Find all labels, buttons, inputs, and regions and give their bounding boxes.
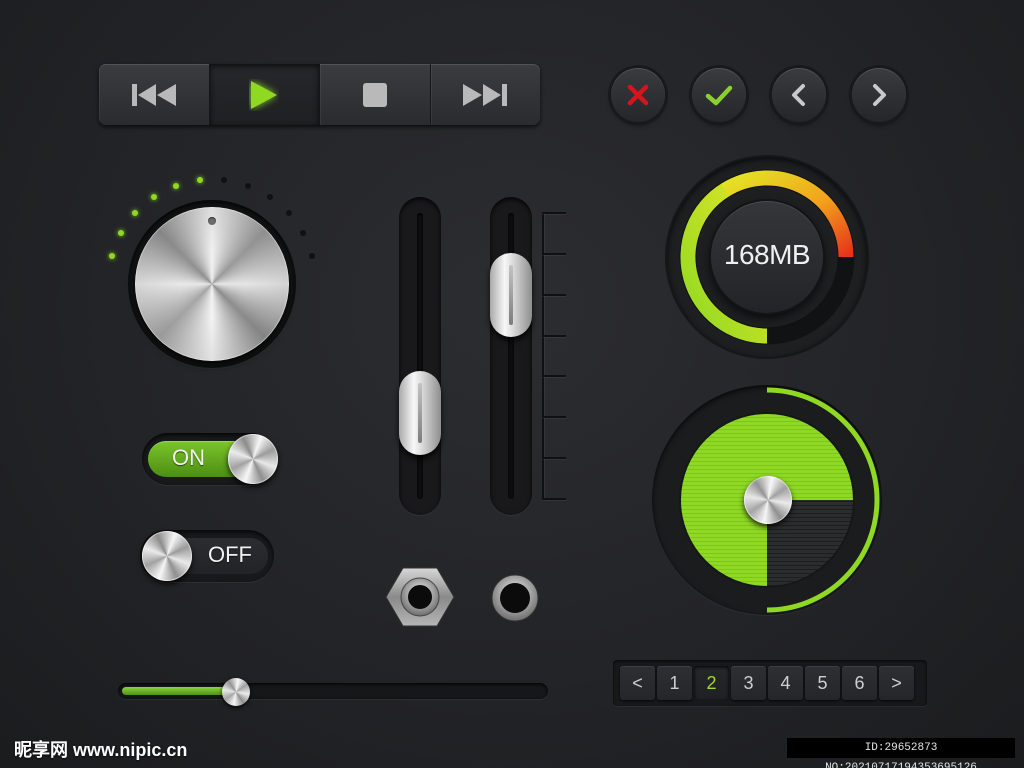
previous-button[interactable] bbox=[99, 64, 210, 125]
volume-knob[interactable] bbox=[135, 207, 289, 361]
scale-tick bbox=[542, 252, 566, 255]
scale-tick bbox=[542, 375, 566, 378]
close-icon bbox=[627, 84, 649, 106]
scale-tick bbox=[542, 457, 566, 460]
dial-center-knob[interactable] bbox=[744, 476, 792, 524]
toggle-on-switch[interactable]: ON bbox=[142, 433, 278, 485]
horizontal-slider-thumb[interactable] bbox=[221, 678, 250, 706]
handle-grip bbox=[418, 382, 422, 443]
ui-kit-canvas: ON OFF 168MB < 1 2 3 4 5 6 > 昵享网 www.nip… bbox=[0, 0, 1024, 768]
scale-tick bbox=[542, 212, 566, 214]
skip-forward-icon bbox=[463, 83, 508, 106]
knob-level-led bbox=[150, 193, 157, 200]
toggle-on-thumb bbox=[228, 434, 278, 484]
vertical-slider-1-handle[interactable] bbox=[399, 370, 441, 455]
page-button-3[interactable]: 3 bbox=[731, 666, 766, 700]
knob-level-led bbox=[108, 253, 115, 260]
knob-level-led bbox=[245, 182, 252, 189]
knob-level-led bbox=[196, 176, 203, 183]
knob-level-led bbox=[309, 253, 316, 260]
scale-tick bbox=[542, 498, 566, 500]
next-button[interactable] bbox=[431, 64, 541, 125]
chevron-right-icon bbox=[873, 84, 886, 106]
knob-level-led bbox=[172, 182, 179, 189]
page-button-1[interactable]: 1 bbox=[657, 666, 692, 700]
knob-level-led bbox=[117, 230, 124, 237]
vertical-slider-1[interactable] bbox=[399, 197, 441, 515]
knob-level-led bbox=[267, 193, 274, 200]
hex-jack bbox=[385, 567, 455, 627]
page-button-2[interactable]: 2 bbox=[694, 666, 729, 700]
horizontal-slider[interactable] bbox=[118, 683, 548, 699]
knob-level-led bbox=[285, 210, 292, 217]
page-button-4[interactable]: 4 bbox=[768, 666, 803, 700]
skip-back-icon bbox=[131, 83, 176, 106]
pagination-next-button[interactable]: > bbox=[879, 666, 914, 700]
page-button-6[interactable]: 6 bbox=[842, 666, 877, 700]
scale-tick bbox=[542, 416, 566, 419]
knob-level-led bbox=[300, 230, 307, 237]
confirm-button[interactable] bbox=[692, 68, 746, 122]
stop-button[interactable] bbox=[320, 64, 431, 125]
vertical-slider-2[interactable] bbox=[490, 197, 532, 515]
watermark-site: 昵享网 www.nipic.cn bbox=[14, 740, 188, 760]
handle-grip bbox=[509, 264, 513, 325]
play-button[interactable] bbox=[209, 64, 320, 125]
toggle-on-label: ON bbox=[172, 445, 205, 470]
toggle-off-label: OFF bbox=[208, 542, 252, 567]
cancel-button[interactable] bbox=[611, 68, 665, 122]
toggle-off-switch[interactable]: OFF bbox=[140, 530, 274, 582]
storage-value-text: 168MB bbox=[723, 239, 811, 270]
toggle-off-thumb bbox=[142, 531, 192, 581]
stop-icon bbox=[362, 82, 387, 107]
knob-indicator-dot bbox=[208, 217, 216, 225]
transport-controls bbox=[99, 64, 540, 125]
horizontal-slider-fill bbox=[122, 687, 236, 695]
scale-tick bbox=[542, 293, 566, 296]
check-icon bbox=[705, 85, 733, 106]
knob-level-led bbox=[221, 176, 228, 183]
vertical-slider-1-rail bbox=[417, 213, 423, 499]
round-jack bbox=[491, 574, 539, 622]
pagination: < 1 2 3 4 5 6 > bbox=[613, 660, 927, 706]
pagination-prev-button[interactable]: < bbox=[620, 666, 655, 700]
watermark-id: ID:29652873 NO:20210717194353695126 bbox=[787, 738, 1015, 768]
knob-level-led bbox=[132, 210, 139, 217]
forward-button[interactable] bbox=[852, 68, 906, 122]
back-button[interactable] bbox=[772, 68, 826, 122]
chevron-left-icon bbox=[792, 84, 805, 106]
play-icon bbox=[251, 80, 278, 109]
scale-tick bbox=[542, 334, 566, 337]
vertical-slider-2-handle[interactable] bbox=[490, 252, 532, 337]
page-button-5[interactable]: 5 bbox=[805, 666, 840, 700]
